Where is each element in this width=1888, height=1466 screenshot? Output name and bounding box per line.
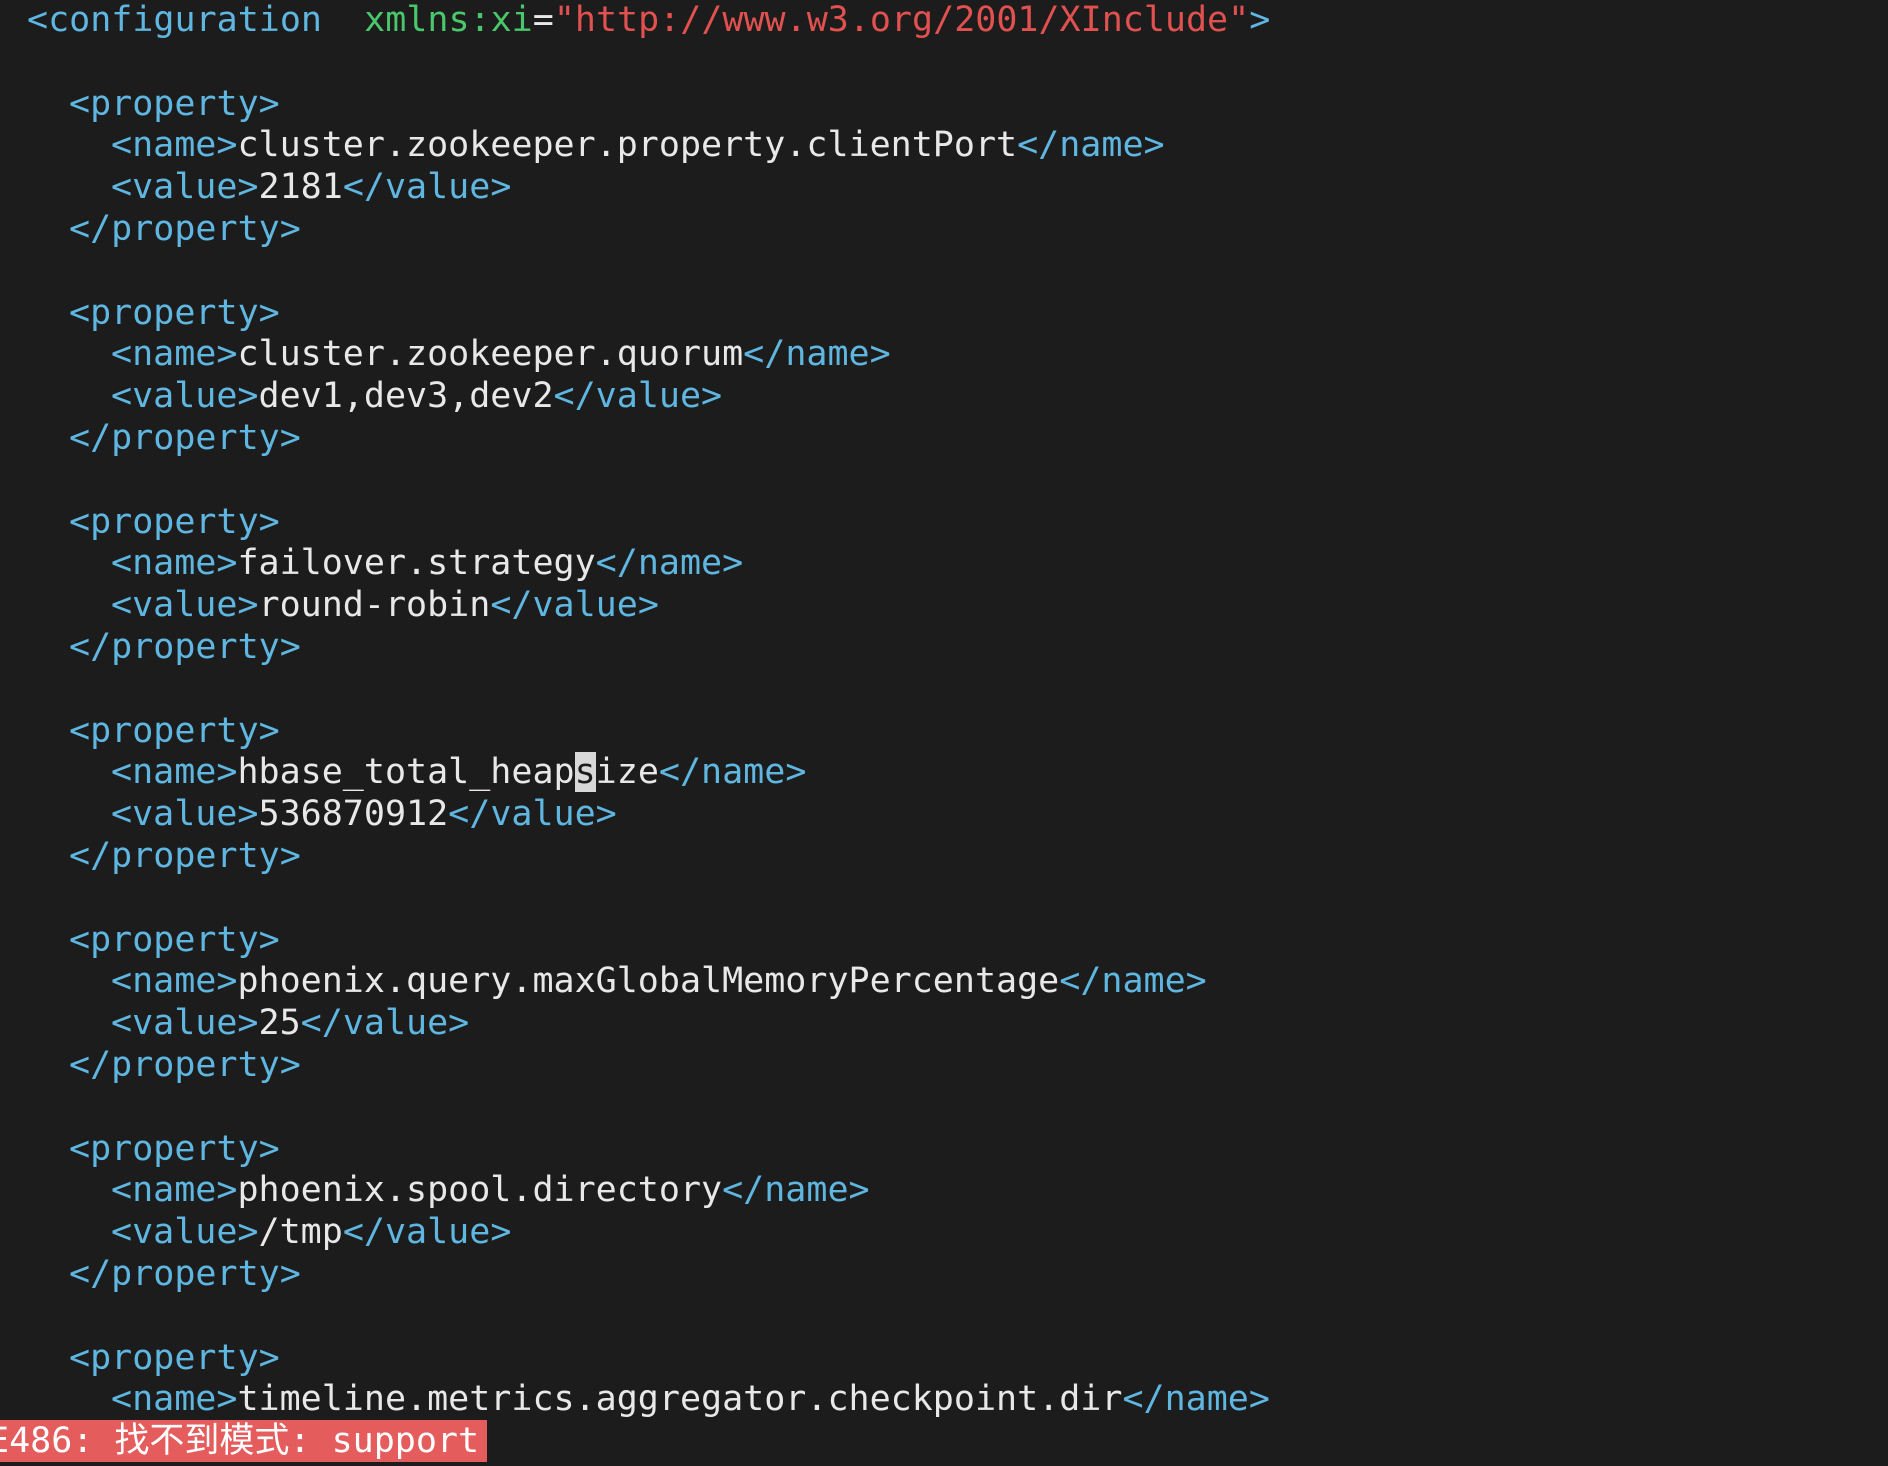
property-close-line: </property> [27, 627, 1867, 669]
text-cursor[interactable]: s [574, 752, 596, 793]
property-value-text: round-robin [258, 585, 491, 626]
property-close-line: </property> [27, 209, 1867, 251]
name-open-tag: <name> [111, 752, 238, 793]
property-value-text: 2181 [258, 167, 343, 208]
property-name-text: phoenix.query.maxGlobalMemoryPercentage [237, 961, 1060, 1002]
property-close-tag: </property> [69, 1044, 301, 1085]
attribute-equals: = [532, 0, 554, 40]
value-close-tag: </value> [553, 376, 723, 417]
configuration-open-tag: <configuration [27, 0, 323, 40]
property-value-line: <value>2181</value> [27, 167, 1867, 209]
value-close-tag: </value> [300, 1003, 470, 1044]
name-open-tag: <name> [111, 961, 238, 1002]
xmlns-attribute-name: xmlns:xi [364, 0, 533, 40]
property-name-text-before-cursor: hbase_total_heap [237, 752, 575, 793]
property-open-line: <property> [27, 84, 1867, 126]
property-close-tag: </property> [69, 626, 301, 667]
code-line-configuration: <configuration xmlns:xi="http://www.w3.o… [27, 0, 1867, 42]
name-open-tag: <name> [111, 543, 238, 584]
property-name-line: <name>phoenix.query.maxGlobalMemoryPerce… [27, 961, 1867, 1003]
property-name-text: cluster.zookeeper.quorum [237, 334, 744, 375]
value-close-tag: </value> [342, 1212, 512, 1253]
property-name-line: <name>cluster.zookeeper.quorum</name> [27, 334, 1867, 376]
property-name-line[interactable]: <name>hbase_total_heapsize</name> [27, 752, 1867, 794]
name-open-tag: <name> [111, 334, 238, 375]
property-name-text: failover.strategy [237, 543, 596, 584]
value-open-tag: <value> [111, 794, 259, 835]
property-value-text: dev1,dev3,dev2 [258, 376, 554, 417]
name-open-tag: <name> [111, 1379, 238, 1420]
name-close-tag: </name> [595, 543, 744, 584]
property-open-tag: <property> [69, 292, 280, 333]
property-open-tag: <property> [69, 501, 280, 542]
property-close-tag: </property> [69, 835, 301, 876]
value-close-tag: </value> [490, 585, 659, 626]
property-name-line: <name>timeline.metrics.aggregator.checkp… [27, 1379, 1867, 1421]
property-name-line: <name>phoenix.spool.directory</name> [27, 1170, 1867, 1212]
value-close-tag: </value> [448, 794, 617, 835]
property-name-text: phoenix.spool.directory [237, 1170, 723, 1211]
value-close-tag: </value> [342, 167, 512, 208]
property-name-line: <name>failover.strategy</name> [27, 543, 1867, 585]
property-open-tag: <property> [69, 710, 280, 751]
property-open-tag: <property> [69, 1337, 280, 1378]
terminal-window[interactable]: <configuration xmlns:xi="http://www.w3.o… [0, 0, 1888, 1466]
property-open-line: <property> [27, 711, 1867, 753]
property-close-line: </property> [27, 1254, 1867, 1296]
property-value-text: 25 [258, 1003, 301, 1044]
value-open-tag: <value> [111, 1212, 259, 1253]
property-close-tag: </property> [69, 417, 301, 458]
property-name-text: timeline.metrics.aggregator.checkpoint.d… [237, 1379, 1123, 1420]
property-close-tag: </property> [69, 208, 301, 249]
property-open-line: <property> [27, 293, 1867, 335]
property-open-line: <property> [27, 920, 1867, 962]
property-value-line: <value>/tmp</value> [27, 1212, 1867, 1254]
property-close-tag: </property> [69, 1253, 301, 1294]
value-open-tag: <value> [111, 167, 259, 208]
property-value-line: <value>536870912</value> [27, 794, 1867, 836]
property-open-line: <property> [27, 1129, 1867, 1171]
property-value-text: /tmp [258, 1212, 343, 1253]
property-value-line: <value>round-robin</value> [27, 585, 1867, 627]
name-close-tag: </name> [1059, 961, 1207, 1002]
property-open-line: <property> [27, 1338, 1867, 1380]
name-close-tag: </name> [743, 334, 891, 375]
name-open-tag: <name> [111, 125, 238, 166]
property-name-line: <name>cluster.zookeeper.property.clientP… [27, 125, 1867, 167]
name-close-tag: </name> [722, 1170, 870, 1211]
error-message-text: E486: 找不到模式: support [0, 1421, 480, 1461]
vim-editor-buffer[interactable]: <configuration xmlns:xi="http://www.w3.o… [27, 0, 1867, 1421]
property-open-tag: <property> [69, 919, 280, 960]
name-close-tag: </name> [1122, 1379, 1270, 1420]
property-name-text-after-cursor: ize [595, 752, 659, 793]
value-open-tag: <value> [111, 376, 259, 417]
xmlns-attribute-value: "http://www.w3.org/2001/XInclude" [553, 0, 1250, 40]
property-open-tag: <property> [69, 83, 280, 124]
property-value-line: <value>dev1,dev3,dev2</value> [27, 376, 1867, 418]
value-open-tag: <value> [111, 585, 259, 626]
name-open-tag: <name> [111, 1170, 238, 1211]
property-value-text: 536870912 [258, 794, 449, 835]
value-open-tag: <value> [111, 1003, 259, 1044]
name-close-tag: </name> [1017, 125, 1165, 166]
configuration-tag-close: > [1249, 0, 1271, 40]
property-open-tag: <property> [69, 1128, 280, 1169]
property-close-line: </property> [27, 1045, 1867, 1087]
vim-error-message-bar: E486: 找不到模式: support [0, 1420, 488, 1462]
property-close-line: </property> [27, 836, 1867, 878]
property-close-line: </property> [27, 418, 1867, 460]
property-value-line: <value>25</value> [27, 1003, 1867, 1045]
name-close-tag: </name> [658, 752, 807, 793]
property-open-line: <property> [27, 502, 1867, 544]
property-name-text: cluster.zookeeper.property.clientPort [237, 125, 1018, 166]
